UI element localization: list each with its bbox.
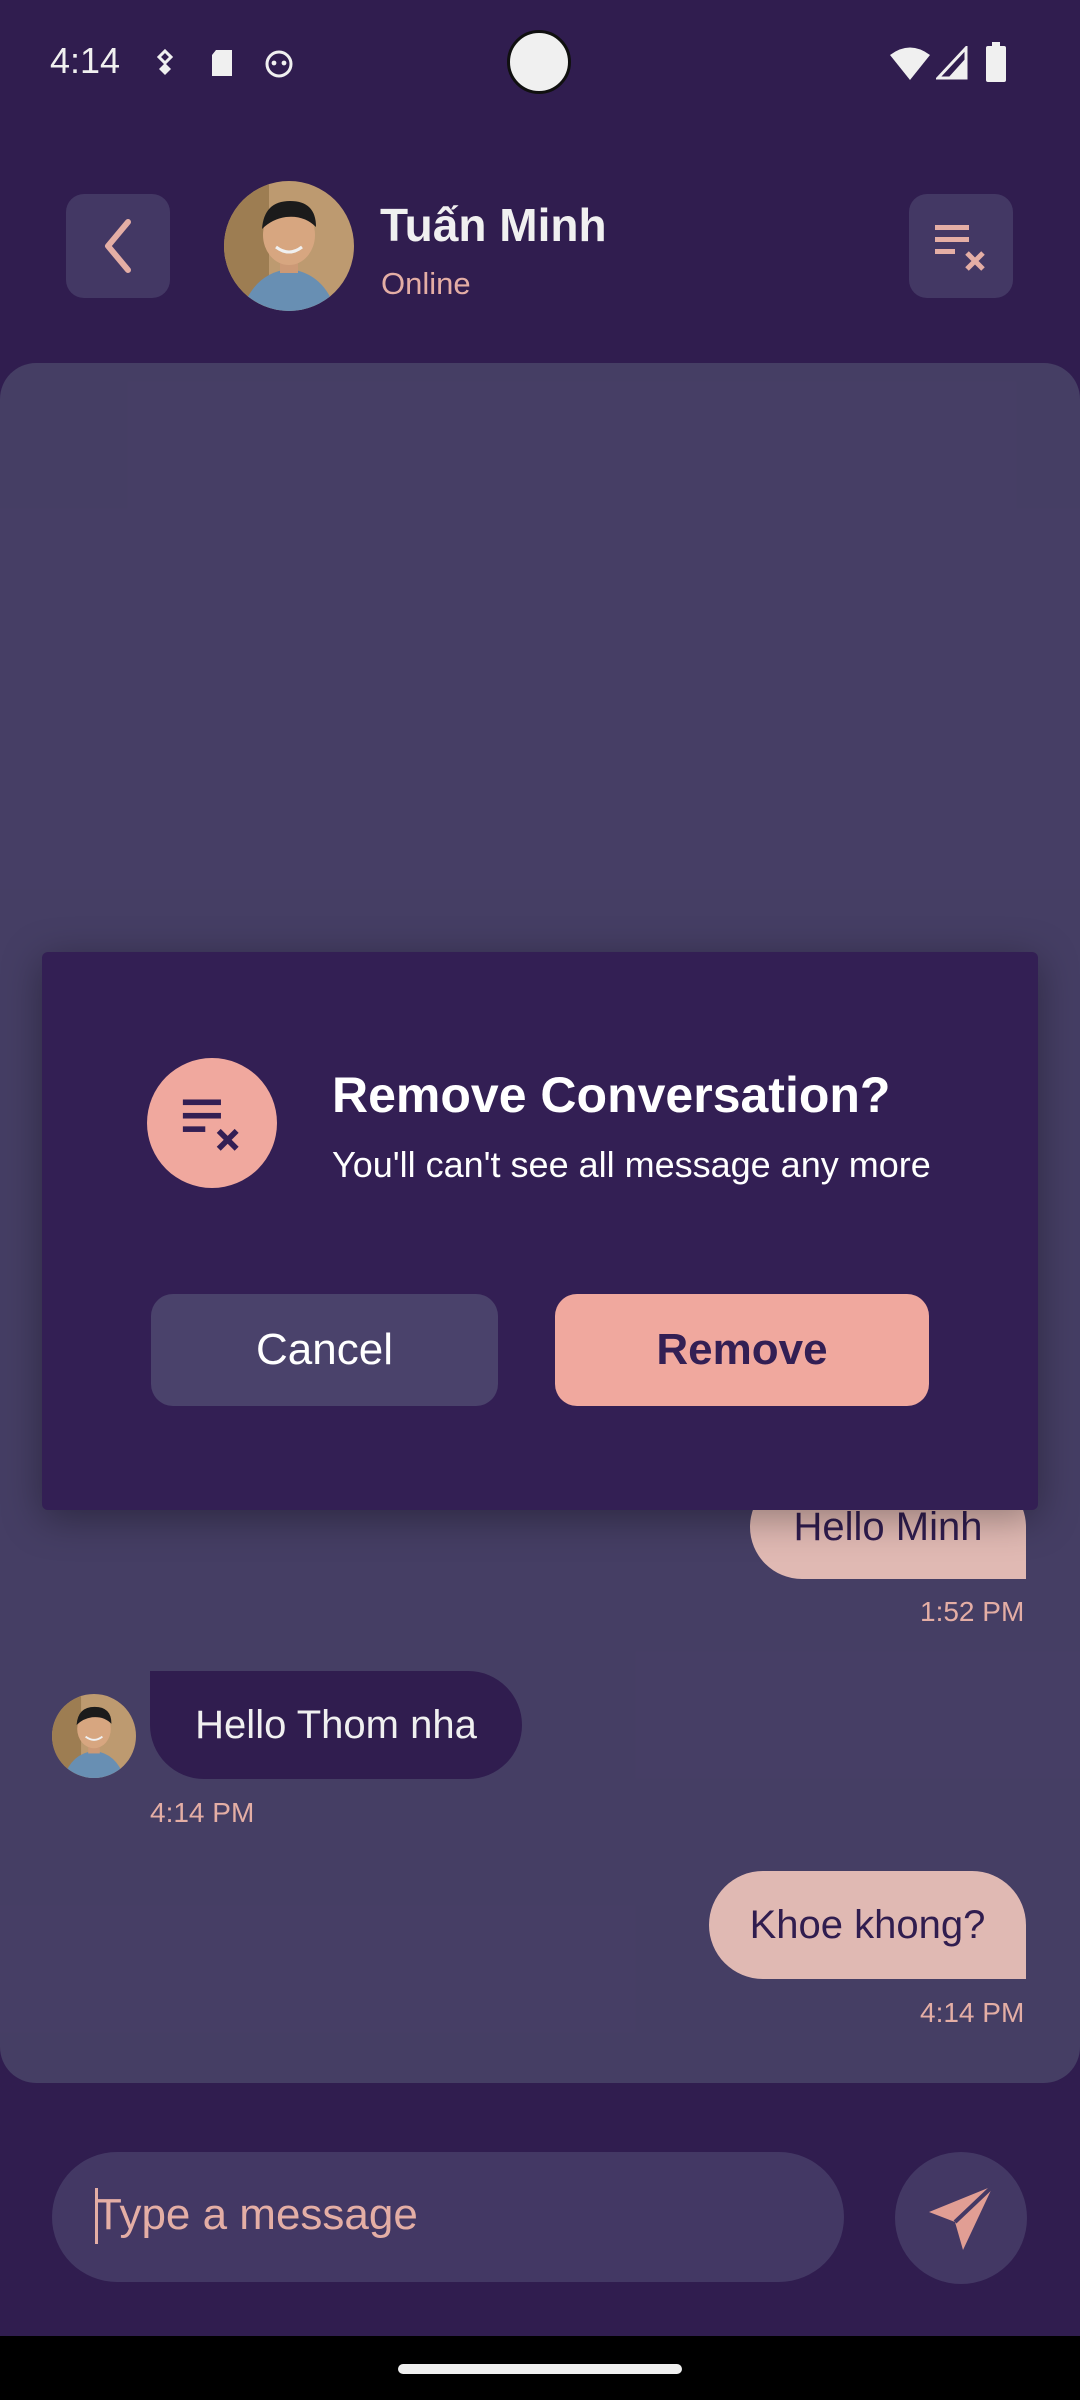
- remove-button[interactable]: Remove: [555, 1294, 929, 1406]
- remove-conversation-dialog: [42, 952, 1038, 1510]
- dialog-icon: [147, 1058, 277, 1188]
- dialog-message: You'll can't see all message any more: [332, 1144, 931, 1185]
- dialog-title: Remove Conversation?: [332, 1067, 891, 1123]
- cancel-button[interactable]: Cancel: [151, 1294, 498, 1406]
- clear-all-icon: [182, 1099, 239, 1151]
